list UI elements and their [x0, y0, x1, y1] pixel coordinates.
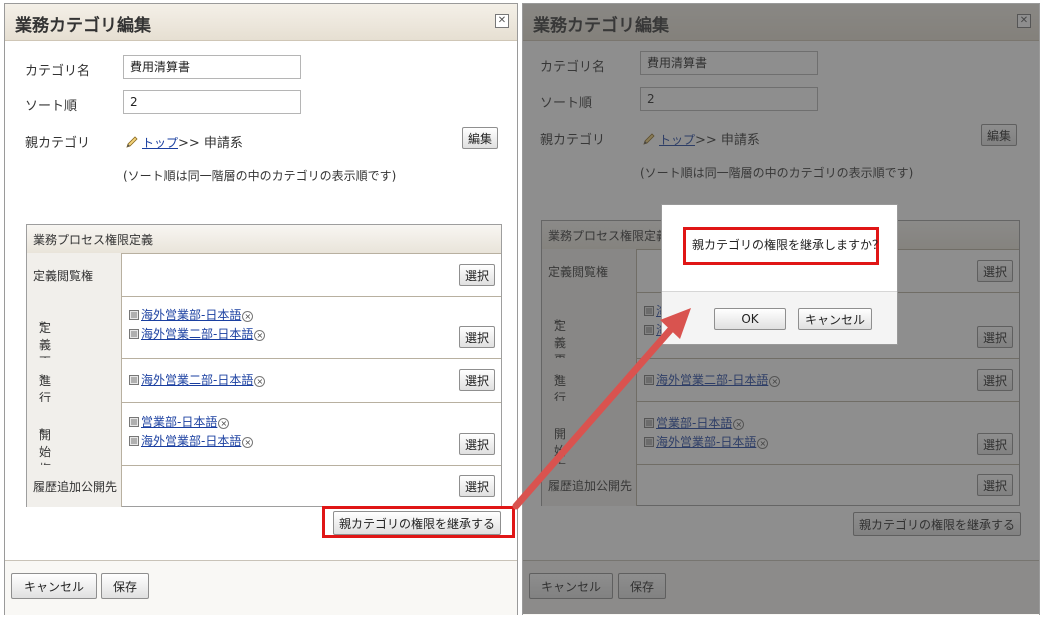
annotation-arrow — [512, 308, 691, 510]
